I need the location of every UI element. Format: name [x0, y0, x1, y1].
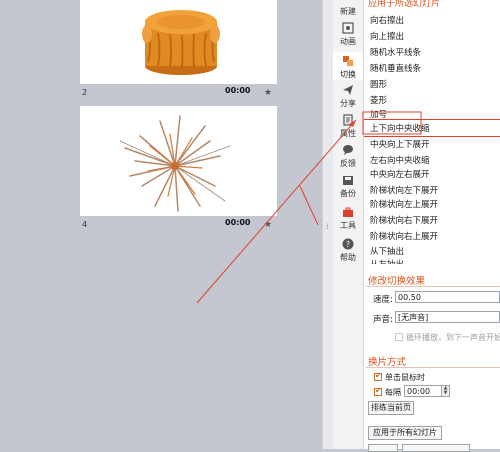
- toolbar-transition-label: 切换: [340, 70, 356, 79]
- effect-list-item[interactable]: 菱形: [370, 94, 387, 106]
- toolbar-backup-label: 备份: [340, 189, 356, 198]
- speed-input[interactable]: 00.50: [395, 291, 500, 303]
- effect-list-item[interactable]: 随机垂直线条: [370, 62, 421, 74]
- apply-to-selected-header: 应用于所选幻灯片: [368, 0, 441, 9]
- slide-timing: 00:00: [225, 218, 251, 227]
- modify-transition-title: 修改切换效果: [368, 276, 426, 287]
- slide-timing: 00:00: [225, 86, 251, 95]
- effect-list-item-label: 上下向中央收缩: [370, 124, 430, 134]
- toolbar-properties-label: 属性: [340, 129, 356, 138]
- slide-number: 4: [82, 220, 88, 229]
- loop-sound-label: 循环播放，到下一声音开始时: [406, 333, 500, 342]
- toolbar-feedback[interactable]: 反馈: [333, 144, 363, 170]
- every-interval-checkbox[interactable]: [374, 386, 382, 396]
- help-icon: ?: [342, 238, 354, 250]
- effect-list-item[interactable]: 阶梯状向右上展开: [370, 230, 438, 242]
- effect-list-item[interactable]: 随机水平线条: [370, 46, 421, 58]
- every-interval-label: 每隔: [385, 388, 401, 397]
- slide-thumbnail-4[interactable]: [80, 106, 277, 216]
- toolbar-transition[interactable]: 切换: [333, 52, 363, 80]
- slideshow-button[interactable]: [402, 444, 470, 452]
- play-button[interactable]: [368, 444, 398, 452]
- side-toolbar: 新建 动画 切换 分享 属性 反馈 备份 工具 ? 帮助: [333, 0, 364, 449]
- toolbar-help-label: 帮助: [340, 253, 356, 262]
- slide-thumbnail-2[interactable]: [80, 0, 277, 84]
- on-mouse-click-checkbox[interactable]: [374, 371, 382, 381]
- transition-star-icon[interactable]: ★: [264, 88, 272, 98]
- interval-time-input[interactable]: 00:00: [404, 385, 442, 397]
- rehearse-current-button[interactable]: 排练当前页: [368, 401, 414, 415]
- splitter-grip-icon[interactable]: ⁞: [326, 222, 329, 231]
- mooncake-image: [142, 10, 220, 75]
- toolbar-new[interactable]: 新建: [333, 0, 363, 20]
- on-mouse-click-label: 单击鼠标时: [385, 373, 425, 382]
- effect-list-item[interactable]: 阶梯状向左上展开: [370, 198, 438, 210]
- fireworks-image: [119, 115, 231, 212]
- effect-list-item[interactable]: 向上擦出: [370, 30, 404, 42]
- svg-text:?: ?: [346, 240, 350, 249]
- slide-number: 2: [82, 88, 88, 97]
- tools-icon: [343, 207, 353, 217]
- transition-star-icon[interactable]: ★: [264, 220, 272, 230]
- sound-label: 声音:: [373, 315, 393, 325]
- toolbar-feedback-label: 反馈: [340, 159, 356, 168]
- toolbar-tools[interactable]: 工具: [333, 206, 363, 232]
- effect-list-item[interactable]: 圆形: [370, 78, 387, 90]
- toolbar-help[interactable]: ? 帮助: [333, 238, 363, 264]
- loop-sound-checkbox[interactable]: [395, 333, 403, 341]
- properties-icon: [343, 114, 353, 126]
- effect-list-item[interactable]: 从下抽出: [370, 245, 404, 257]
- effect-list-item[interactable]: 向右擦出: [370, 14, 404, 26]
- section-divider: [366, 367, 500, 368]
- toolbar-backup[interactable]: 备份: [333, 174, 363, 200]
- speed-label: 速度:: [373, 295, 393, 305]
- section-divider: [366, 286, 500, 287]
- effect-list-item[interactable]: 阶梯状向左下展开: [370, 184, 438, 196]
- effect-list-item[interactable]: 中央向上下展开: [370, 138, 430, 150]
- effect-list-item-selected[interactable]: 上下向中央收缩: [364, 119, 500, 137]
- slide-thumbnails-pane: 2 00:00 ★ 4 00:00 ★: [0, 0, 322, 449]
- animation-icon: [342, 22, 354, 34]
- transition-icon: [343, 56, 353, 66]
- apply-to-all-button[interactable]: 应用于所有幻灯片: [368, 426, 442, 440]
- share-icon: [343, 85, 353, 95]
- toolbar-properties[interactable]: 属性: [333, 114, 363, 140]
- toolbar-animation[interactable]: 动画: [333, 22, 363, 48]
- toolbar-share-label: 分享: [340, 99, 356, 108]
- interval-spinner[interactable]: ▲ ▼: [442, 385, 450, 397]
- effect-list-item[interactable]: 从左抽出: [370, 258, 404, 264]
- effect-list-item[interactable]: 中央向左右展开: [370, 168, 430, 180]
- effect-list-item[interactable]: 阶梯状向右下展开: [370, 214, 438, 226]
- toolbar-share[interactable]: 分享: [333, 84, 363, 110]
- toolbar-animation-label: 动画: [340, 37, 356, 46]
- effect-list-item[interactable]: 左右向中央收缩: [370, 154, 430, 166]
- sound-select[interactable]: [无声音]: [395, 311, 500, 323]
- backup-icon: [343, 176, 353, 185]
- advance-slide-title: 换片方式: [368, 357, 407, 368]
- feedback-icon: [343, 145, 353, 155]
- toolbar-new-label: 新建: [340, 7, 356, 16]
- toolbar-tools-label: 工具: [340, 221, 356, 230]
